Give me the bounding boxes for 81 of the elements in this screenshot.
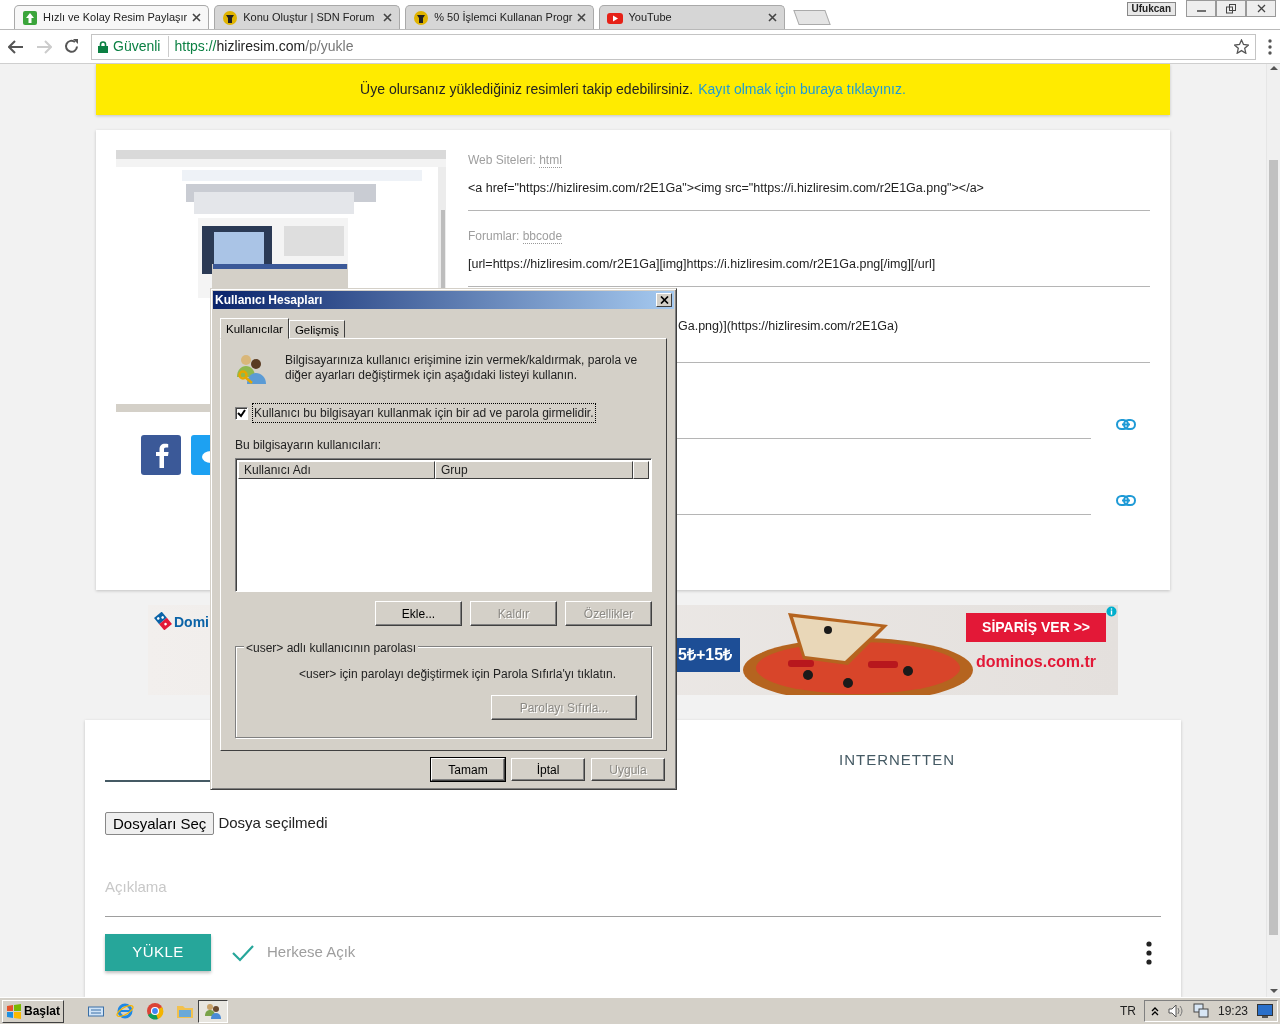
address-bar[interactable]: Güvenli https://hizliresim.com/p/yukle — [91, 33, 1256, 60]
close-icon[interactable] — [577, 13, 587, 22]
browser-tab[interactable]: YouTube — [599, 5, 786, 29]
speaker-icon[interactable] — [1167, 1004, 1184, 1018]
choose-files-button[interactable]: Dosyaları Seç — [105, 812, 215, 835]
star-icon[interactable] — [1234, 39, 1249, 54]
lock-icon — [98, 40, 108, 53]
task-button[interactable] — [198, 999, 229, 1023]
code-text: [url=https://hizliresim.com/r2E1Ga][img]https://i.hizliresim.com/r2E1Ga.png[/img][/url] — [468, 256, 937, 272]
security-label: Güvenli — [113, 36, 170, 57]
ad-site: dominos.com.tr — [976, 652, 1097, 672]
column-header[interactable]: Grup — [435, 461, 634, 479]
restore-icon — [1226, 3, 1236, 14]
desktop-icon[interactable] — [1257, 1004, 1273, 1018]
close-icon — [659, 296, 669, 304]
order-button[interactable]: SİPARİŞ VER >> — [966, 613, 1106, 642]
tab-title: % 50 İşlemci Kullanan Progr — [434, 10, 573, 26]
browser-tab[interactable]: Hızlı ve Kolay Resim Paylaşır — [14, 5, 210, 29]
close-icon[interactable] — [768, 13, 778, 22]
ad-brand: Domi — [174, 614, 209, 630]
back-icon[interactable] — [8, 39, 24, 54]
keyboard-icon[interactable] — [88, 1005, 105, 1017]
price-tag: 5₺+15₺ — [676, 638, 741, 672]
emblem-icon — [222, 9, 239, 26]
profile-button[interactable]: Ufukcan — [1126, 2, 1176, 16]
tab[interactable]: Kullanıcılar — [220, 318, 289, 339]
browser-tab[interactable]: Konu Oluştur | SDN Forum — [214, 5, 401, 29]
dialog-button[interactable]: Tamam — [431, 758, 505, 781]
link-icon[interactable] — [1116, 419, 1136, 430]
start-button[interactable]: Başlat — [2, 999, 65, 1023]
upload-icon — [22, 9, 38, 26]
windows-flag-icon — [6, 1003, 22, 1019]
close-icon[interactable] — [383, 13, 393, 22]
dialog-button[interactable]: İptal — [511, 758, 585, 781]
reload-icon[interactable] — [64, 39, 79, 54]
close-button[interactable] — [1246, 0, 1276, 17]
scroll-down-icon[interactable] — [1269, 987, 1278, 995]
list-button[interactable]: Ekle... — [375, 601, 462, 626]
language-indicator[interactable]: TR — [1119, 1002, 1136, 1020]
tab[interactable]: Gelişmiş — [288, 320, 345, 338]
tab-title: Konu Oluştur | SDN Forum — [243, 10, 376, 26]
visibility-label: Herkese Açık — [267, 942, 356, 963]
scrollbar[interactable] — [1266, 64, 1280, 997]
column-header[interactable]: Kullanıcı Adı — [238, 461, 435, 479]
chrome-icon[interactable] — [146, 1002, 165, 1020]
code-text: Ga.png)](https://hizliresim.com/r2E1Ga) — [678, 319, 899, 333]
facebook-button[interactable] — [141, 435, 181, 475]
emblem-icon — [413, 9, 430, 26]
intro-text: Bilgisayarınıza kullanıcı erişimine izin vermek/kaldırmak, parola ve diğer ayarları değiştirmek için aşağıdaki listeyi kullanın. — [285, 353, 639, 384]
menu-icon[interactable] — [1268, 38, 1272, 55]
tab[interactable]: INTERNETTEN — [833, 740, 961, 782]
code-text: <a href="https://hizliresim.com/r2E1Ga"><img src="https://i.hizliresim.com/r2E1Ga.png"></a> — [468, 180, 985, 196]
chevron-icon[interactable] — [1150, 1006, 1159, 1016]
domino-logo-icon — [154, 612, 172, 630]
field-label: Web Siteleri: html — [468, 153, 563, 167]
field-label: Forumlar: bbcode — [468, 229, 564, 243]
users-icon — [204, 1002, 223, 1020]
dialog-title: Kullanıcı Hesapları — [215, 292, 323, 309]
network-icon[interactable] — [1192, 1003, 1209, 1019]
url-text: https://hizliresim.com/p/yukle — [174, 37, 354, 56]
minimize-button[interactable] — [1186, 0, 1216, 17]
close-icon — [1256, 4, 1266, 13]
clock[interactable]: 19:23 — [1217, 1002, 1248, 1020]
tab-title: YouTube — [628, 10, 673, 26]
checkbox-label[interactable]: Kullanıcı bu bilgisayarı kullanmak için bir ad ve parola girmelidir. — [252, 403, 596, 423]
check-icon — [237, 408, 246, 418]
link-icon[interactable] — [1116, 495, 1136, 506]
close-icon[interactable] — [192, 13, 202, 22]
checkbox[interactable] — [235, 406, 248, 420]
users-icon — [235, 353, 269, 385]
group-text: <user> için parolayı değiştirmek için Parola Sıfırla'yı tıklatın. — [298, 666, 618, 683]
notice-text: Üye olursanız yüklediğiniz resimleri takip edebilirsiniz. — [360, 80, 694, 99]
user-list[interactable]: Kullanıcı Adı Grup — [235, 458, 652, 592]
more-icon[interactable] — [1146, 940, 1152, 965]
list-label: Bu bilgisayarın kullanıcıları: — [235, 437, 383, 454]
scrollbar-thumb[interactable] — [1269, 160, 1278, 935]
restore-button[interactable] — [1216, 0, 1246, 17]
file-status: Dosya seçilmedi — [218, 813, 328, 834]
browser-tab[interactable]: % 50 İşlemci Kullanan Progr — [405, 5, 595, 29]
column-header[interactable] — [633, 461, 649, 479]
tab-title: Hızlı ve Kolay Resim Paylaşır — [43, 10, 188, 26]
